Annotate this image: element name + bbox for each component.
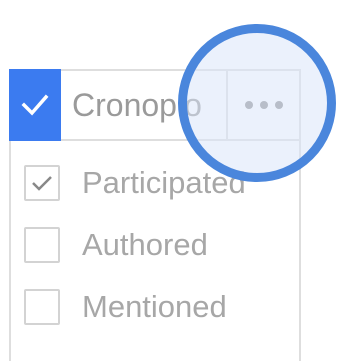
option-checkbox[interactable] (24, 165, 60, 201)
option-checkbox[interactable] (24, 227, 60, 263)
option-label: Participated (82, 165, 246, 200)
option-checkbox[interactable] (24, 289, 60, 325)
checkmark-icon (21, 94, 49, 116)
option-label: Mentioned (82, 289, 227, 324)
option-mentioned[interactable]: Mentioned (24, 287, 227, 327)
more-horizontal-icon (244, 101, 283, 109)
filter-toggle-checkbox[interactable] (9, 69, 61, 141)
option-authored[interactable]: Authored (24, 225, 208, 265)
filter-label: Cronopio (72, 87, 202, 123)
option-label: Authored (82, 227, 208, 262)
option-participated[interactable]: Participated (24, 163, 246, 203)
checkmark-icon (32, 176, 52, 191)
more-options-button[interactable] (228, 71, 299, 139)
